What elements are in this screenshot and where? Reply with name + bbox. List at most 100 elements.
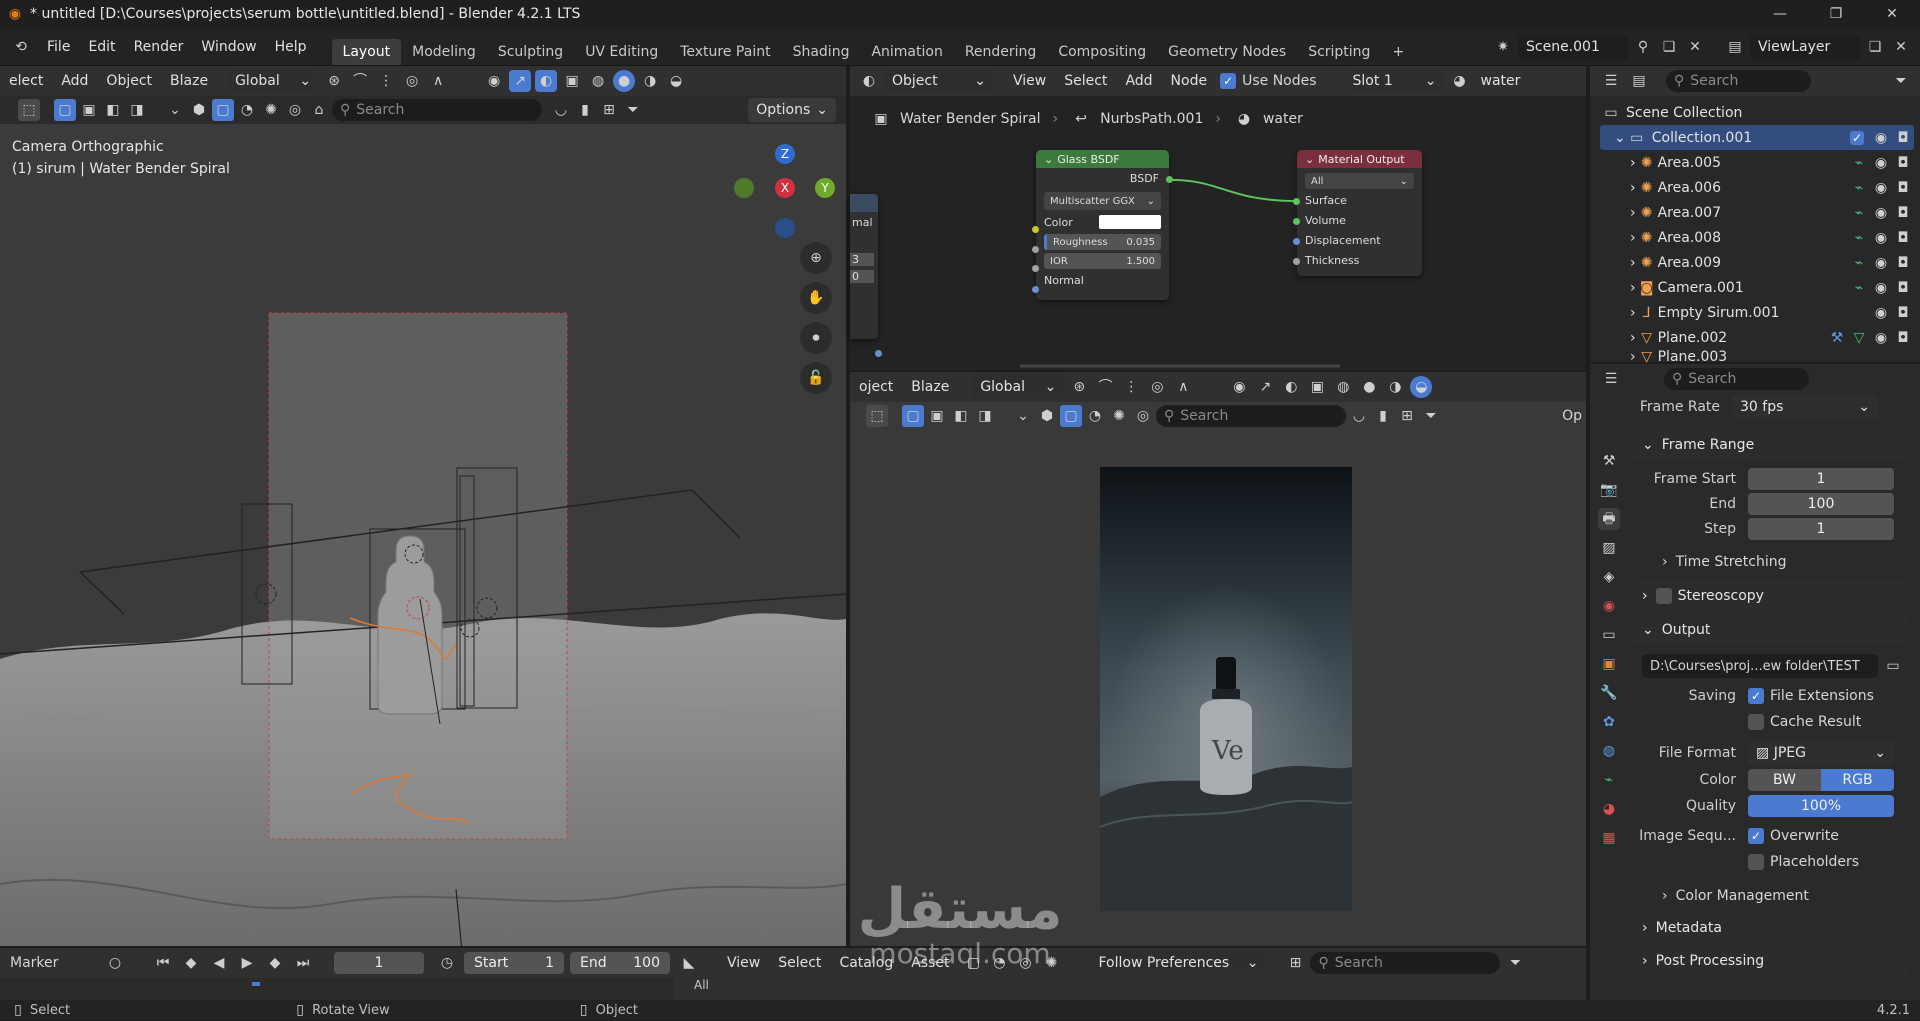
filter-world-icon[interactable]: ◎	[1014, 952, 1036, 974]
jump-keyframe-forward-icon[interactable]: ◆	[264, 952, 286, 974]
quality-slider[interactable]: 100%	[1748, 795, 1894, 817]
list-item[interactable]: › ◙ Camera.001 ⌁ ◉ ◘	[1600, 275, 1914, 300]
asset-browser[interactable]: ◣ View Select Catalog Asset ▢ ◔ ◎ ✺ Foll…	[674, 948, 1586, 1000]
tab-modeling[interactable]: Modeling	[401, 39, 487, 65]
select-new-icon[interactable]: ▢	[902, 405, 924, 427]
menu-select[interactable]: Select	[769, 955, 830, 971]
time-stretching-subpanel[interactable]: › Time Stretching	[1632, 547, 1920, 577]
menu-window[interactable]: Window	[192, 39, 265, 55]
tab-animation[interactable]: Animation	[860, 39, 953, 65]
filter-material-icon[interactable]: ◔	[1084, 405, 1106, 427]
xray-icon[interactable]: ▣	[561, 70, 583, 92]
proportional-edit-icon[interactable]: ◎	[401, 70, 423, 92]
scene-collection-row[interactable]: ▭ Scene Collection	[1600, 100, 1914, 125]
eye-icon[interactable]: ◉	[1870, 302, 1892, 324]
play-icon[interactable]: ▶	[236, 952, 258, 974]
transform-orientation-dropdown[interactable]: Global ⌄	[227, 69, 320, 93]
tab-sculpting[interactable]: Sculpting	[487, 39, 574, 65]
play-reverse-icon[interactable]: ◀	[208, 952, 230, 974]
filter-material-icon[interactable]: ◔	[988, 952, 1010, 974]
menu-file[interactable]: File	[38, 39, 79, 55]
wireframe-shading-icon[interactable]: ◍	[587, 70, 609, 92]
list-item[interactable]: › ✺ Area.007 ⌁ ◉ ◘	[1600, 200, 1914, 225]
frame-start-field[interactable]: 1	[1748, 467, 1894, 490]
tab-layout[interactable]: Layout	[331, 39, 402, 65]
properties-editor[interactable]: ☰ ⚲ Search ⚒ 📷 🖶 ▨ ◈ ◉ ▭ ▣ 🔧 ✿ ◍ ⌁ ◕ ▦ Fr…	[1590, 364, 1920, 1000]
camera-render-icon[interactable]: ◘	[1892, 277, 1914, 299]
select-intersect-icon[interactable]: ◨	[974, 405, 996, 427]
check-icon[interactable]: ✓	[1850, 130, 1864, 145]
menu-add[interactable]: Add	[52, 73, 97, 89]
snap-target-icon[interactable]: ⋮	[1120, 376, 1142, 398]
list-item[interactable]: › ▽ Plane.003	[1600, 350, 1914, 364]
gizmo-neg-z-axis[interactable]	[775, 218, 795, 238]
scene-name-field[interactable]: Scene.001	[1518, 34, 1628, 59]
filter-icon[interactable]: ⏷	[1890, 70, 1912, 92]
list-item[interactable]: › ✺ Area.009 ⌁ ◉ ◘	[1600, 250, 1914, 275]
camera-render-icon[interactable]: ◘	[1892, 302, 1914, 324]
proportional-edit-icon[interactable]: ◎	[1146, 376, 1168, 398]
options-dropdown[interactable]: Options ⌄	[748, 98, 836, 122]
material-output-node[interactable]: ⌄ Material Output All ⌄ Surface Volume Dis…	[1293, 150, 1422, 276]
filter-misc-icon[interactable]: ⌂	[308, 99, 330, 121]
import-method-dropdown[interactable]: Follow Preferences ⌄	[1090, 951, 1267, 975]
tab-compositing[interactable]: Compositing	[1047, 39, 1157, 65]
camera-render-icon[interactable]: ◘	[1892, 227, 1914, 249]
rendered-shading-icon[interactable]: ◒	[1410, 376, 1433, 398]
eye-icon[interactable]: ◉	[1870, 227, 1892, 249]
select-box-icon[interactable]: ⬚	[866, 405, 888, 427]
snap-icon[interactable]: ⌒	[1094, 376, 1116, 398]
3d-viewport[interactable]: elect Add Object Blaze Global ⌄ ⊛ ⌒ ⋮ ◎ ∧…	[0, 66, 846, 946]
minimize-icon[interactable]: —	[1752, 0, 1808, 28]
menu-select[interactable]: elect	[0, 73, 52, 89]
start-frame-field[interactable]: Start 1	[464, 952, 564, 974]
transform-orientation-dropdown[interactable]: Global ⌄	[972, 375, 1065, 399]
bookmark-icon[interactable]: ▮	[1372, 405, 1394, 427]
select-extend-icon[interactable]: ▣	[78, 99, 100, 121]
tab-uv-editing[interactable]: UV Editing	[574, 39, 669, 65]
cache-result-checkbox[interactable]	[1748, 714, 1764, 730]
eye-icon[interactable]: ◉	[1870, 277, 1892, 299]
world-tab-icon[interactable]: ◉	[1598, 595, 1620, 617]
color-bw-button[interactable]: BW	[1748, 769, 1821, 791]
outliner-search-input[interactable]: ⚲ Search	[1666, 70, 1811, 92]
keying-icon[interactable]: ○	[104, 952, 126, 974]
gizmo-icon[interactable]: ↗	[1254, 376, 1276, 398]
file-format-dropdown[interactable]: ▨ JPEG ⌄	[1748, 741, 1894, 765]
wireframe-shading-icon[interactable]: ◍	[1332, 376, 1354, 398]
output-panel[interactable]: ⌄ Output	[1632, 615, 1910, 645]
render-search-input[interactable]: ⚲ Search	[1156, 405, 1346, 427]
menu-object[interactable]: Object	[97, 73, 161, 89]
visibility-icon[interactable]: ◉	[483, 70, 505, 92]
frame-rate-dropdown[interactable]: 30 fps ⌄	[1732, 395, 1878, 419]
folder-icon[interactable]: ▭	[1882, 655, 1904, 677]
file-extensions-checkbox[interactable]: ✓	[1748, 688, 1764, 704]
chevron-down-icon[interactable]: ⌄	[164, 99, 186, 121]
clock-icon[interactable]: ◷	[436, 952, 458, 974]
placeholders-checkbox[interactable]	[1748, 854, 1764, 870]
end-frame-field[interactable]: End 100	[570, 952, 670, 974]
display-mode-icon[interactable]: ⊞	[1284, 952, 1306, 974]
object-tab-icon[interactable]: ▣	[1598, 653, 1620, 675]
blender-menu-icon[interactable]: ⟲	[10, 36, 32, 58]
menu-blaze[interactable]: Blaze	[161, 73, 217, 89]
material-output-header[interactable]: ⌄ Material Output	[1297, 150, 1422, 168]
sync-icon[interactable]: ◡	[550, 99, 572, 121]
tool-tab-icon[interactable]: ⚒	[1598, 450, 1620, 472]
sort-icon[interactable]: ⊞	[598, 99, 620, 121]
select-extend-icon[interactable]: ▣	[926, 405, 948, 427]
select-new-icon[interactable]: ▢	[54, 99, 76, 121]
new-view-layer-icon[interactable]: ❏	[1864, 36, 1886, 58]
eye-icon[interactable]: ◉	[1870, 327, 1892, 349]
tab-shading[interactable]: Shading	[782, 39, 861, 65]
menu-blaze[interactable]: Blaze	[902, 379, 958, 395]
filter-light-icon[interactable]: ✺	[260, 99, 282, 121]
options-dropdown[interactable]: Op	[1562, 408, 1582, 424]
falloff-icon[interactable]: ∧	[1172, 376, 1194, 398]
select-intersect-icon[interactable]: ◨	[126, 99, 148, 121]
frame-range-panel[interactable]: ⌄ Frame Range	[1632, 430, 1910, 460]
camera-render-icon[interactable]: ◘	[1892, 202, 1914, 224]
gizmo-y-axis[interactable]: Y	[815, 178, 835, 198]
color-ring-icon[interactable]: ⬢	[1036, 405, 1058, 427]
select-subtract-icon[interactable]: ◧	[950, 405, 972, 427]
